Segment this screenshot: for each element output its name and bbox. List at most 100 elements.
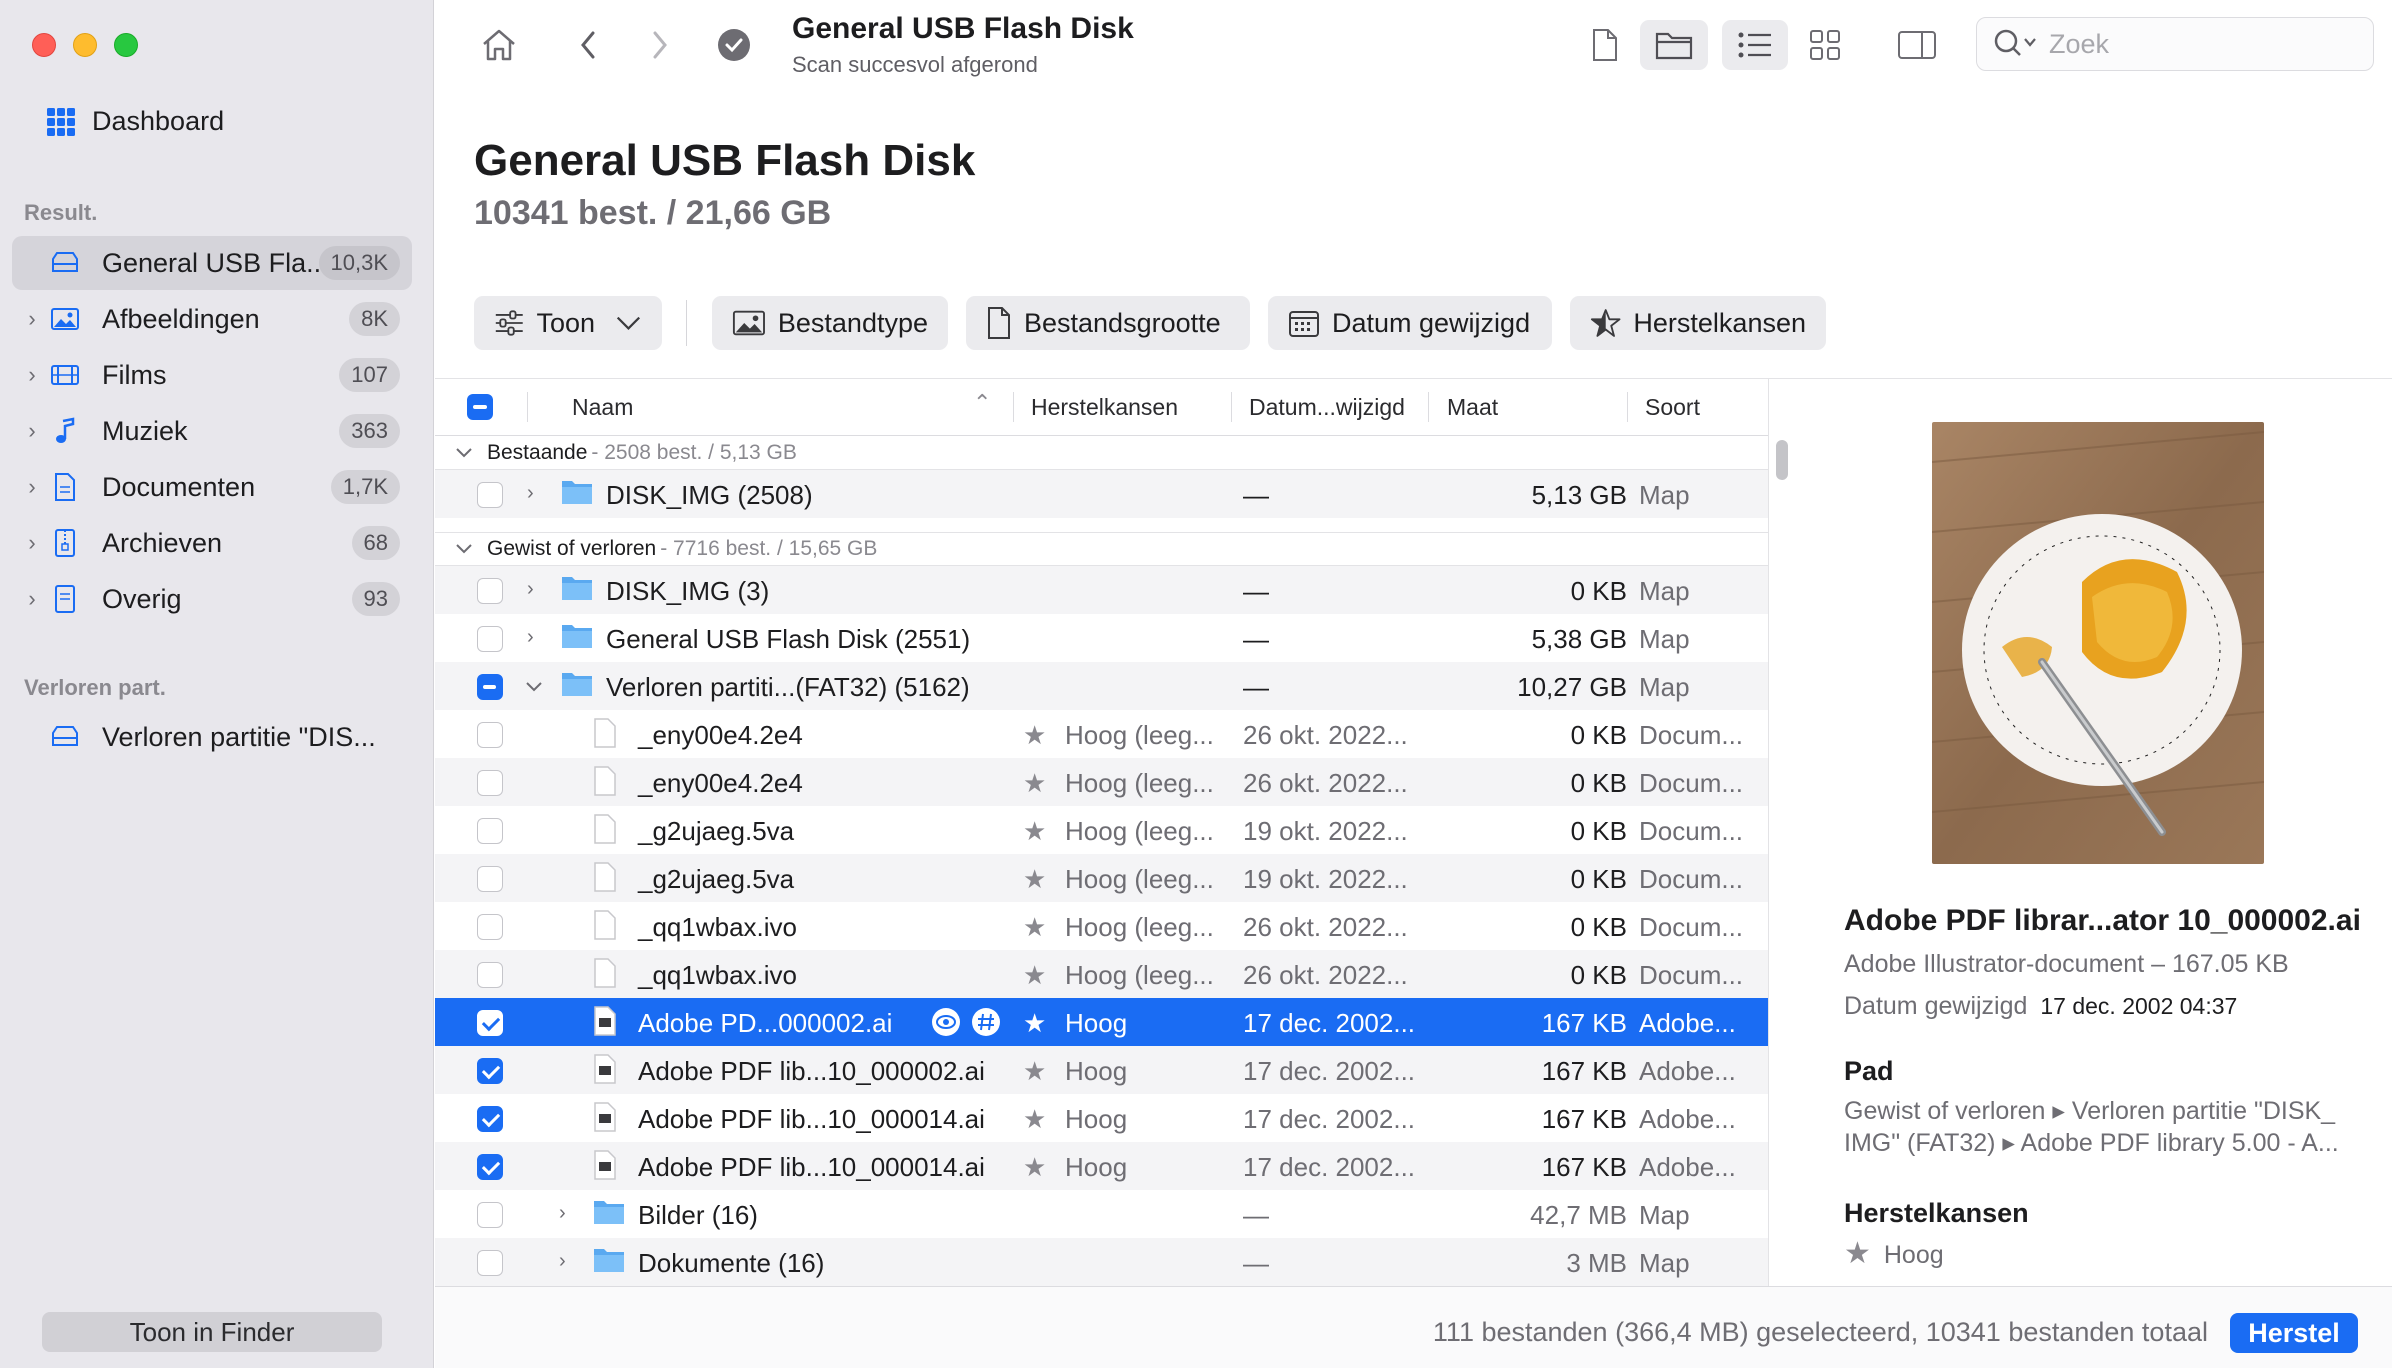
forward-button[interactable] [638, 20, 682, 70]
row-checkbox[interactable] [477, 914, 503, 940]
sidebar-item-lost-partition[interactable]: Verloren partitie "DIS... [12, 710, 412, 764]
group-header-existing[interactable]: Bestaande - 2508 best. / 5,13 GB [435, 436, 1769, 470]
drive-icon [48, 722, 82, 752]
sidebar-item-music[interactable]: › Muziek 363 [12, 404, 412, 458]
search-icon [1994, 29, 2036, 56]
table-row[interactable]: _g2ujaeg.5va ★ Hoog (leeg... 19 okt. 202… [435, 806, 1769, 854]
chevron-right-icon[interactable]: › [20, 474, 44, 500]
sidebar-item-usb-drive[interactable]: General USB Fla... 10,3K [12, 236, 412, 290]
chevron-right-icon[interactable]: › [20, 586, 44, 612]
chevron-right-icon[interactable]: › [559, 1250, 566, 1273]
table-scrollbar[interactable] [1776, 440, 1788, 480]
chances-filter-button[interactable]: Herstelkansen [1570, 296, 1826, 350]
file-size: 0 KB [1570, 576, 1627, 606]
table-row[interactable]: › DISK_IMG (2508) — 5,13 GB Map [435, 470, 1769, 518]
table-row[interactable]: › Dokumente (16) — 3 MB Map [435, 1238, 1769, 1286]
row-checkbox[interactable] [477, 578, 503, 604]
folder-view-button[interactable] [1640, 20, 1708, 70]
column-header-chances[interactable]: Herstelkansen [1031, 394, 1178, 421]
sidebar-item-other[interactable]: › Overig 93 [12, 572, 412, 626]
table-row[interactable]: _g2ujaeg.5va ★ Hoog (leeg... 19 okt. 202… [435, 854, 1769, 902]
window-title: General USB Flash Disk [792, 12, 1134, 45]
chevron-right-icon[interactable]: › [20, 362, 44, 388]
chevron-right-icon[interactable]: › [20, 530, 44, 556]
row-checkbox[interactable] [477, 818, 503, 844]
sliders-icon [495, 310, 523, 336]
row-checkbox[interactable] [477, 674, 503, 700]
close-window-button[interactable] [32, 33, 56, 57]
table-row[interactable]: Verloren partiti...(FAT32) (5162) — 10,2… [435, 662, 1769, 710]
search-field[interactable]: Zoek [1976, 17, 2374, 71]
row-checkbox[interactable] [477, 482, 503, 508]
sidebar-item-dashboard[interactable]: Dashboard [46, 106, 224, 137]
file-date: — [1243, 480, 1269, 510]
sidebar-item-archives[interactable]: › Archieven 68 [12, 516, 412, 570]
row-checkbox[interactable] [477, 1058, 503, 1084]
file-view-button[interactable] [1580, 20, 1630, 70]
table-row[interactable]: _eny00e4.2e4 ★ Hoog (leeg... 26 okt. 202… [435, 758, 1769, 806]
sidebar-item-images[interactable]: › Afbeeldingen 8K [12, 292, 412, 346]
row-checkbox[interactable] [477, 1106, 503, 1132]
preview-eye-icon[interactable] [931, 1007, 961, 1044]
preview-path-heading: Pad [1844, 1056, 1894, 1086]
filetype-filter-button[interactable]: Bestandtype [712, 296, 948, 350]
file-kind: Adobe... [1639, 1056, 1736, 1086]
sort-ascending-icon[interactable]: ⌃ [973, 390, 991, 416]
star-icon: ★ [1023, 960, 1047, 990]
filesize-filter-button[interactable]: Bestandsgrootte [966, 296, 1250, 350]
table-row[interactable]: _qq1wbax.ivo ★ Hoog (leeg... 26 okt. 202… [435, 950, 1769, 998]
table-row[interactable]: Adobe PDF lib...10_000014.ai ★ Hoog 17 d… [435, 1142, 1769, 1190]
chevron-right-icon[interactable]: › [527, 482, 534, 505]
column-header-name[interactable]: Naam [572, 394, 633, 421]
back-button[interactable] [566, 20, 610, 70]
column-header-date[interactable]: Datum...wijzigd [1249, 394, 1405, 421]
minimize-window-button[interactable] [73, 33, 97, 57]
table-row[interactable]: › General USB Flash Disk (2551) — 5,38 G… [435, 614, 1769, 662]
table-row-selected[interactable]: Adobe PD...000002.ai ★ Hoog 17 dec. 2002… [435, 998, 1769, 1046]
file-icon [1593, 29, 1617, 61]
sidebar-item-documents[interactable]: › Documenten 1,7K [12, 460, 412, 514]
row-checkbox[interactable] [477, 1202, 503, 1228]
date-filter-button[interactable]: Datum gewijzigd [1268, 296, 1552, 350]
hex-view-icon[interactable] [971, 1007, 1001, 1044]
file-kind: Map [1639, 1200, 1690, 1230]
chevron-right-icon[interactable]: › [20, 418, 44, 444]
list-view-button[interactable] [1722, 20, 1788, 70]
toggle-preview-button[interactable] [1890, 20, 1944, 70]
chevron-right-icon[interactable]: › [527, 578, 534, 601]
table-row[interactable]: Adobe PDF lib...10_000014.ai ★ Hoog 17 d… [435, 1094, 1769, 1142]
row-checkbox[interactable] [477, 866, 503, 892]
row-checkbox[interactable] [477, 1154, 503, 1180]
sidebar-item-films[interactable]: › Films 107 [12, 348, 412, 402]
chevron-left-icon [581, 31, 595, 59]
row-checkbox[interactable] [477, 1250, 503, 1276]
select-all-checkbox[interactable] [467, 394, 493, 420]
preview-chances-heading: Herstelkansen [1844, 1198, 2029, 1228]
row-checkbox[interactable] [477, 962, 503, 988]
grid-view-button[interactable] [1800, 20, 1850, 70]
chevron-right-icon[interactable]: › [20, 306, 44, 332]
table-row[interactable]: _qq1wbax.ivo ★ Hoog (leeg... 26 okt. 202… [435, 902, 1769, 950]
chevron-down-icon[interactable] [525, 676, 543, 699]
table-row[interactable]: _eny00e4.2e4 ★ Hoog (leeg... 26 okt. 202… [435, 710, 1769, 758]
file-kind: Docum... [1639, 960, 1744, 990]
chevron-right-icon[interactable]: › [559, 1202, 566, 1225]
table-row[interactable]: Adobe PDF lib...10_000002.ai ★ Hoog 17 d… [435, 1046, 1769, 1094]
count-badge: 68 [351, 526, 400, 560]
row-checkbox[interactable] [477, 722, 503, 748]
home-button[interactable] [474, 20, 524, 70]
group-header-lost[interactable]: Gewist of verloren - 7716 best. / 15,65 … [435, 532, 1769, 566]
show-filter-dropdown[interactable]: Toon [474, 296, 662, 350]
show-in-finder-button[interactable]: Toon in Finder [42, 1312, 382, 1352]
chevron-right-icon[interactable]: › [527, 626, 534, 649]
table-row[interactable]: › DISK_IMG (3) — 0 KB Map [435, 566, 1769, 614]
column-header-size[interactable]: Maat [1447, 394, 1498, 421]
table-row[interactable]: › Bilder (16) — 42,7 MB Map [435, 1190, 1769, 1238]
zoom-window-button[interactable] [114, 33, 138, 57]
row-checkbox[interactable] [477, 1010, 503, 1036]
search-placeholder: Zoek [2049, 28, 2110, 59]
row-checkbox[interactable] [477, 626, 503, 652]
recover-button[interactable]: Herstel [2230, 1313, 2358, 1353]
row-checkbox[interactable] [477, 770, 503, 796]
column-header-kind[interactable]: Soort [1645, 394, 1700, 421]
